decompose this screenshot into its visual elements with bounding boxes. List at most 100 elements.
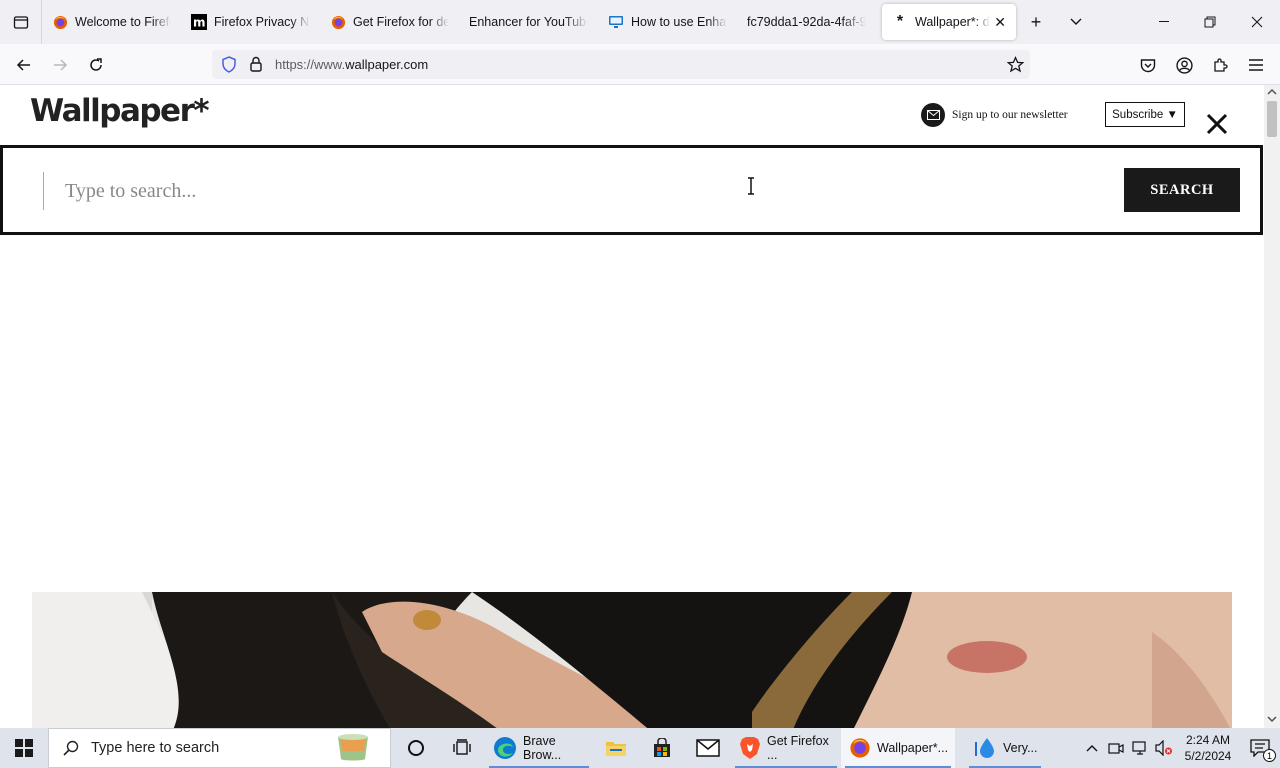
back-arrow-icon: [16, 59, 30, 71]
search-button[interactable]: SEARCH: [1124, 168, 1240, 212]
edge-icon: [493, 736, 517, 760]
scrollbar-thumb[interactable]: [1267, 101, 1277, 137]
clock-date: 5/2/2024: [1184, 749, 1232, 763]
mozilla-m-icon: m: [191, 14, 207, 30]
taskbar-app-label: Get Firefox ...: [767, 734, 829, 762]
back-button[interactable]: [9, 50, 39, 80]
text-cursor-icon: [748, 177, 754, 195]
network-icon: [1132, 741, 1146, 755]
extensions-button[interactable]: [1205, 50, 1235, 80]
tab-bar: Welcome to Firefox m Firefox Privacy Not…: [0, 0, 1280, 44]
taskbar-file-explorer[interactable]: [593, 728, 639, 768]
cortana-circle-icon: [408, 740, 424, 756]
url-text: https://www.wallpaper.com: [275, 57, 428, 72]
navigation-toolbar: https://www.wallpaper.com: [0, 44, 1280, 85]
taskbar-app-very[interactable]: Very...: [965, 728, 1045, 768]
tracking-protection-shield-icon[interactable]: [221, 56, 237, 73]
action-center-button[interactable]: 1: [1240, 728, 1280, 768]
restore-icon: [1204, 16, 1216, 28]
envelope-icon: [921, 103, 945, 127]
tab-title: How to use Enhancer: [631, 15, 727, 29]
hero-image[interactable]: [32, 592, 1232, 728]
chevron-down-icon: [1070, 18, 1082, 25]
forward-arrow-icon: [54, 59, 68, 71]
search-input[interactable]: [43, 172, 1103, 210]
address-bar[interactable]: https://www.wallpaper.com: [212, 50, 1030, 79]
reload-icon: [90, 58, 102, 71]
tab-wallpaper[interactable]: * Wallpaper*: des ✕: [882, 4, 1016, 40]
taskbar: Type here to search Brave Brow... Get Fi…: [0, 728, 1280, 768]
plus-icon: +: [1030, 11, 1042, 32]
taskbar-app-label: Very...: [1003, 741, 1038, 755]
firefox-icon: [52, 14, 68, 30]
list-all-tabs-button[interactable]: [1056, 0, 1096, 44]
pocket-button[interactable]: [1133, 50, 1163, 80]
water-drop-icon: [973, 736, 997, 760]
close-window-button[interactable]: [1234, 0, 1280, 44]
tab-overview-button[interactable]: [0, 0, 42, 44]
subscribe-dropdown[interactable]: Subscribe ▼: [1105, 102, 1185, 127]
taskbar-search-box[interactable]: Type here to search: [48, 728, 391, 768]
close-tab-icon[interactable]: ✕: [994, 14, 1006, 31]
reload-button[interactable]: [81, 50, 111, 80]
site-logo[interactable]: Wallpaper*: [30, 93, 210, 129]
tab-firefox-privacy[interactable]: m Firefox Privacy Notice: [181, 4, 320, 40]
close-icon: [1251, 16, 1263, 28]
task-view-button[interactable]: [439, 728, 485, 768]
newsletter-signup-link[interactable]: Sign up to our newsletter: [921, 103, 1068, 127]
hamburger-menu-icon: [1249, 59, 1263, 71]
new-tab-button[interactable]: +: [1016, 0, 1056, 44]
taskbar-clock[interactable]: 2:24 AM 5/2/2024: [1176, 732, 1240, 764]
task-view-icon: [453, 739, 471, 755]
newsletter-label: Sign up to our newsletter: [952, 109, 1068, 121]
network-button[interactable]: [1128, 728, 1152, 768]
tab-enhancer-youtube[interactable]: Enhancer for YouTube: [459, 4, 598, 40]
cortana-button[interactable]: [393, 728, 439, 768]
start-button[interactable]: [0, 728, 48, 768]
tab-list-icon: [13, 16, 28, 29]
folder-icon: [606, 742, 626, 756]
tab-title: Get Firefox for desktop: [353, 15, 449, 29]
show-hidden-icons-button[interactable]: [1080, 728, 1104, 768]
taskbar-app-brave[interactable]: Get Firefox ...: [731, 728, 841, 768]
search-highlight-cup-icon: [338, 734, 368, 761]
taskbar-search-placeholder: Type here to search: [91, 740, 220, 756]
account-button[interactable]: [1169, 50, 1199, 80]
bookmark-star-icon[interactable]: [1007, 56, 1024, 73]
tab-get-firefox[interactable]: Get Firefox for desktop: [320, 4, 459, 40]
meet-now-button[interactable]: [1104, 728, 1128, 768]
taskbar-store[interactable]: [639, 728, 685, 768]
search-icon: [63, 740, 79, 756]
taskbar-mail[interactable]: [685, 728, 731, 768]
page-scrollbar[interactable]: [1264, 85, 1280, 728]
restore-button[interactable]: [1187, 0, 1233, 44]
asterisk-icon: *: [896, 13, 904, 30]
notification-count-badge: 1: [1263, 749, 1276, 762]
minimize-button[interactable]: [1141, 0, 1187, 44]
speaker-muted-icon: [1155, 740, 1172, 756]
tab-uuid[interactable]: fc79dda1-92da-4faf-9: [737, 4, 876, 40]
tab-title: Firefox Privacy Notice: [214, 15, 310, 29]
tab-how-to-use-enhancer[interactable]: How to use Enhancer: [598, 4, 737, 40]
volume-button[interactable]: [1152, 728, 1176, 768]
taskbar-app-firefox[interactable]: Wallpaper*...: [841, 728, 955, 768]
tab-welcome-firefox[interactable]: Welcome to Firefox: [42, 4, 181, 40]
close-search-icon[interactable]: [1204, 111, 1230, 137]
tab-title: Enhancer for YouTube: [469, 15, 588, 29]
app-menu-button[interactable]: [1241, 50, 1271, 80]
url-prefix: https://www.: [275, 57, 346, 72]
minimize-icon: [1159, 21, 1169, 22]
taskbar-app-edge[interactable]: Brave Brow...: [485, 728, 593, 768]
forward-button[interactable]: [45, 50, 75, 80]
brave-icon: [739, 736, 761, 760]
lock-icon[interactable]: [249, 56, 263, 72]
url-domain: wallpaper.com: [345, 57, 429, 72]
firefox-icon: [849, 736, 871, 760]
taskbar-app-label: Brave Brow...: [523, 734, 562, 762]
scroll-up-arrow-icon[interactable]: [1267, 88, 1277, 96]
store-bag-icon: [654, 738, 670, 757]
chevron-up-icon: [1086, 745, 1098, 752]
account-icon: [1175, 56, 1193, 74]
scroll-down-arrow-icon[interactable]: [1267, 715, 1277, 723]
page-content: Wallpaper* Sign up to our newsletter Sub…: [0, 85, 1264, 728]
